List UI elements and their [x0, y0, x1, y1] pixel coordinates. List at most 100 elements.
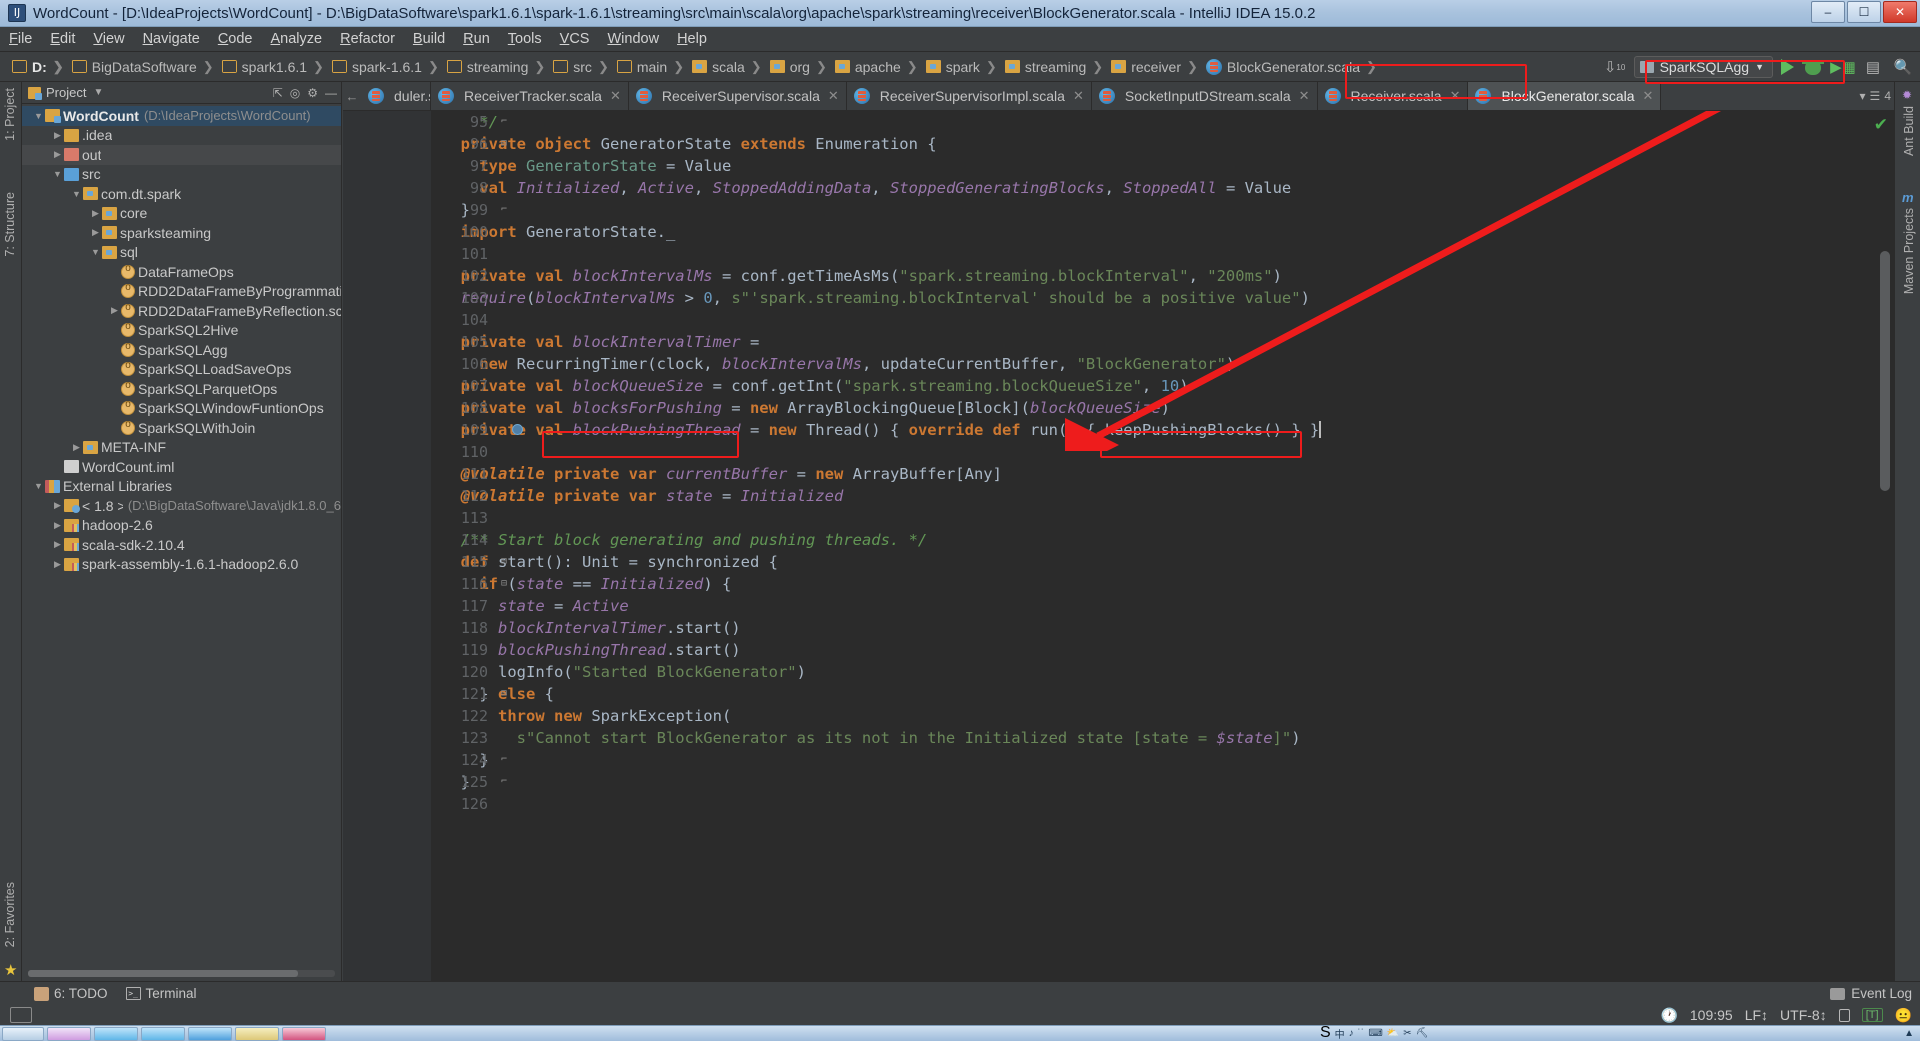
- fold-end-icon[interactable]: ⌐: [498, 749, 510, 771]
- chevron-down-icon[interactable]: ▼: [32, 481, 45, 491]
- code-line[interactable]: 97 type GeneratorState = Value: [432, 155, 1872, 177]
- chevron-right-icon[interactable]: ▶: [108, 403, 121, 414]
- breadcrumb-item-streaming[interactable]: streaming ❯: [999, 59, 1105, 75]
- breadcrumb-item-apache[interactable]: apache ❯: [829, 59, 920, 75]
- code-line[interactable]: 98 val Initialized, Active, StoppedAddin…: [432, 177, 1872, 199]
- chevron-right-icon[interactable]: ▶: [108, 325, 121, 336]
- line-separator[interactable]: LF↕: [1745, 1007, 1768, 1023]
- menu-item-tools[interactable]: Tools: [499, 29, 551, 49]
- editor-tab-dulerscala[interactable]: duler.scala✕: [361, 82, 431, 110]
- bottom-item-terminal[interactable]: >_ Terminal: [125, 986, 197, 1001]
- debug-icon[interactable]: [1802, 56, 1824, 78]
- breadcrumb-item-streaming[interactable]: streaming ❯: [441, 59, 547, 75]
- tree-item[interactable]: ▶ spark-assembly-1.6.1-hadoop2.6.0: [22, 555, 341, 575]
- code-line[interactable]: 112 @volatile private var state = Initia…: [432, 485, 1872, 507]
- editor-tab-receiverscala[interactable]: Receiver.scala ✕: [1318, 82, 1469, 110]
- chevron-right-icon[interactable]: ▶: [89, 227, 102, 238]
- breadcrumb-item-spark[interactable]: spark ❯: [920, 59, 999, 75]
- tree-item[interactable]: ▶ SparkSQLAgg: [22, 340, 341, 360]
- code-line[interactable]: 99 ⌐ }: [432, 199, 1872, 221]
- chevron-right-icon[interactable]: ▶: [108, 383, 121, 394]
- tree-item[interactable]: ▼ sql: [22, 243, 341, 263]
- ime-glyph-1[interactable]: 中: [1335, 1026, 1345, 1041]
- chevron-right-icon[interactable]: ▶: [51, 520, 64, 531]
- code-line[interactable]: 103 require(blockIntervalMs > 0, s"'spar…: [432, 287, 1872, 309]
- chevron-right-icon[interactable]: ▶: [51, 539, 64, 550]
- file-encoding[interactable]: UTF-8↕: [1780, 1007, 1827, 1023]
- breadcrumb-item-org[interactable]: org ❯: [764, 59, 829, 75]
- tree-item[interactable]: ▶ out: [22, 145, 341, 165]
- code-line[interactable]: 95 ⌐ */: [432, 111, 1872, 133]
- editor-code-area[interactable]: 95 ⌐ */96 ⊟ private object GeneratorState …: [432, 111, 1872, 981]
- chevron-down-icon[interactable]: ▼: [70, 189, 83, 199]
- fold-start-icon[interactable]: ⊟: [498, 133, 510, 155]
- ime-glyph-6[interactable]: ✂: [1403, 1028, 1411, 1039]
- code-line[interactable]: 115 ⊟ def start(): Unit = synchronized {: [432, 551, 1872, 573]
- fold-start-icon[interactable]: ⊟: [498, 683, 510, 705]
- code-line[interactable]: 119 blockPushingThread.start(): [432, 639, 1872, 661]
- close-button[interactable]: ✕: [1883, 1, 1917, 23]
- editor-tab-receiversupervisorscala[interactable]: ReceiverSupervisor.scala ✕: [629, 82, 847, 110]
- code-line[interactable]: 111 @volatile private var currentBuffer …: [432, 463, 1872, 485]
- code-line[interactable]: 102 private val blockIntervalMs = conf.g…: [432, 265, 1872, 287]
- bottom-item-todo[interactable]: 6: TODO: [34, 986, 108, 1001]
- close-icon[interactable]: ✕: [1643, 88, 1654, 104]
- code-line[interactable]: 124 ⌐ }: [432, 749, 1872, 771]
- tree-item[interactable]: ▶ DataFrameOps: [22, 262, 341, 282]
- breadcrumb-item-blockgeneratorscala[interactable]: BlockGenerator.scala ❯: [1200, 58, 1379, 75]
- taskbar-app-5[interactable]: [235, 1026, 279, 1041]
- sidebar-item-ant-build[interactable]: Ant Build: [1902, 106, 1916, 156]
- tab-scroll-left-icon[interactable]: ←: [343, 82, 361, 110]
- target-icon[interactable]: ◎: [290, 86, 300, 100]
- fold-start-icon[interactable]: ⊟: [498, 551, 510, 573]
- tree-item[interactable]: ▼ External Libraries: [22, 477, 341, 497]
- search-icon[interactable]: 🔍: [1892, 56, 1914, 78]
- code-line[interactable]: 96 ⊟ private object GeneratorState extend…: [432, 133, 1872, 155]
- chevron-right-icon[interactable]: ▶: [51, 149, 64, 160]
- breakpoint-icon[interactable]: [512, 424, 523, 435]
- menu-item-navigate[interactable]: Navigate: [134, 29, 209, 49]
- ime-glyph-4[interactable]: ⌨: [1368, 1028, 1382, 1039]
- taskbar-app-3[interactable]: [141, 1026, 185, 1041]
- maximize-button[interactable]: ☐: [1847, 1, 1881, 23]
- code-line[interactable]: 100 import GeneratorState._: [432, 221, 1872, 243]
- ime-glyph-7[interactable]: ⛏: [1416, 1028, 1429, 1039]
- editor-tab-receiversupervisorimplscala[interactable]: ReceiverSupervisorImpl.scala ✕: [847, 82, 1092, 110]
- menu-item-analyze[interactable]: Analyze: [262, 29, 332, 49]
- chevron-right-icon[interactable]: ▶: [70, 442, 83, 453]
- tree-item[interactable]: ▶ .idea: [22, 126, 341, 146]
- tree-item[interactable]: ▶ SparkSQLWindowFuntionOps: [22, 399, 341, 419]
- menu-item-build[interactable]: Build: [404, 29, 454, 49]
- breadcrumb-item-scala[interactable]: scala ❯: [686, 59, 764, 75]
- minimize-button[interactable]: –: [1811, 1, 1845, 23]
- project-structure-icon[interactable]: ▤: [1862, 56, 1884, 78]
- chevron-right-icon[interactable]: ▶: [108, 364, 121, 375]
- taskbar-app-1[interactable]: [47, 1026, 91, 1041]
- breadcrumb-item-src[interactable]: src ❯: [547, 59, 611, 75]
- code-line[interactable]: 120 logInfo("Started BlockGenerator"): [432, 661, 1872, 683]
- close-icon[interactable]: ✕: [1299, 88, 1310, 104]
- tab-list-icon[interactable]: ☰: [1870, 89, 1881, 103]
- chevron-down-icon[interactable]: ▼: [51, 169, 64, 179]
- code-line[interactable]: 123 s"Cannot start BlockGenerator as its…: [432, 727, 1872, 749]
- ime-logo-icon[interactable]: S: [1320, 1024, 1331, 1041]
- fold-end-icon[interactable]: ⌐: [498, 199, 510, 221]
- settings-icon[interactable]: ⚙: [307, 86, 318, 100]
- code-line[interactable]: 114 /** Start block generating and pushi…: [432, 529, 1872, 551]
- menu-item-view[interactable]: View: [84, 29, 133, 49]
- tree-item[interactable]: ▶ SparkSQLWithJoin: [22, 418, 341, 438]
- code-line[interactable]: 107 private val blockQueueSize = conf.ge…: [432, 375, 1872, 397]
- tree-item[interactable]: ▶ WordCount.iml: [22, 457, 341, 477]
- start-button[interactable]: [2, 1026, 44, 1041]
- chevron-down-icon[interactable]: ▼: [89, 247, 102, 257]
- chevron-down-icon[interactable]: ▾: [1860, 89, 1866, 103]
- sidebar-item-structure[interactable]: 7: Structure: [3, 192, 17, 257]
- tree-item[interactable]: ▼ src: [22, 165, 341, 185]
- menu-item-edit[interactable]: Edit: [41, 29, 84, 49]
- editor-tab-receivertrackerscala[interactable]: ReceiverTracker.scala ✕: [431, 82, 629, 110]
- breadcrumb-item-d[interactable]: D: ❯: [6, 59, 66, 75]
- taskbar-app-4[interactable]: [188, 1026, 232, 1041]
- breadcrumb-item-spark161[interactable]: spark1.6.1 ❯: [216, 59, 326, 75]
- chevron-right-icon[interactable]: ▶: [108, 286, 121, 297]
- menu-item-help[interactable]: Help: [668, 29, 716, 49]
